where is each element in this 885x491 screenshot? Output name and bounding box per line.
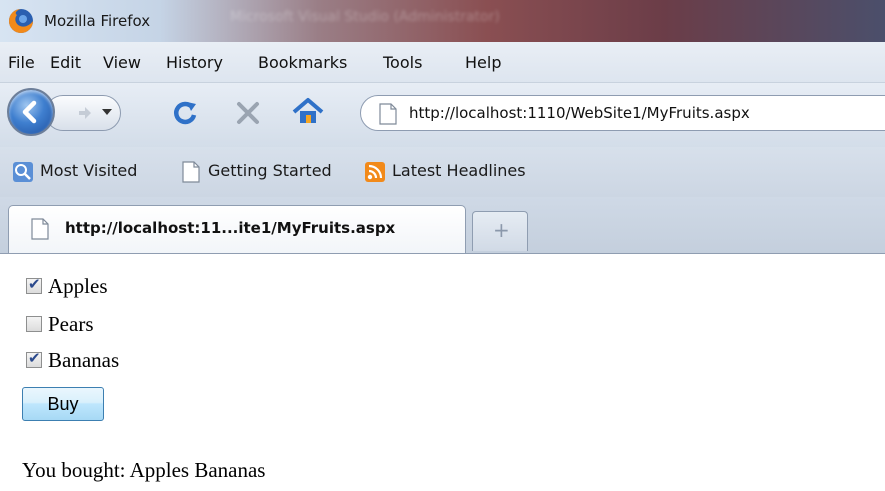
home-icon[interactable] [292,97,324,127]
checkbox-apples[interactable]: ✔ [26,275,42,294]
firefox-icon [9,9,33,33]
bookmarks-toolbar: Most Visited Getting Started Latest Head… [0,147,885,198]
chevron-down-icon[interactable] [102,109,112,117]
bookmark-most-visited[interactable]: Most Visited [40,161,137,180]
checkbox-bananas[interactable]: ✔ [26,349,42,368]
page-icon [31,218,49,240]
checkbox-pears[interactable] [26,316,42,332]
check-mark-icon: ✔ [28,275,41,293]
title-bar: Mozilla Firefox Microsoft Visual Studio … [0,0,885,42]
bookmark-getting-started[interactable]: Getting Started [208,161,332,180]
menu-history[interactable]: History [166,53,223,72]
check-mark-icon: ✔ [28,349,41,367]
forward-button[interactable] [45,95,121,131]
buy-button[interactable]: Buy [22,387,104,421]
menu-tools[interactable]: Tools [383,53,422,72]
page-icon [182,161,200,183]
label-bananas[interactable]: Bananas [48,348,119,373]
plus-icon: + [493,218,510,242]
label-pears[interactable]: Pears [48,312,94,337]
menu-file[interactable]: File [8,53,35,72]
blurred-window-title: Microsoft Visual Studio (Administrator) [230,9,500,25]
back-button[interactable] [7,88,55,136]
purchase-result: You bought: Apples Bananas [22,458,266,482]
menu-view[interactable]: View [103,53,141,72]
forward-arrow-icon [79,107,91,119]
tab-strip: http://localhost:11...ite1/MyFruits.aspx… [0,197,885,254]
stop-icon[interactable] [234,99,262,127]
new-tab-button[interactable]: + [472,211,528,251]
back-arrow-icon [22,100,37,124]
bookmark-latest-headlines[interactable]: Latest Headlines [392,161,526,180]
rss-icon [365,162,385,182]
menu-bookmarks[interactable]: Bookmarks [258,53,347,72]
reload-icon[interactable] [170,98,200,128]
url-bar[interactable]: http://localhost:1110/WebSite1/MyFruits.… [360,95,885,131]
menu-help[interactable]: Help [465,53,501,72]
url-text[interactable]: http://localhost:1110/WebSite1/MyFruits.… [409,104,750,122]
tab-label: http://localhost:11...ite1/MyFruits.aspx [65,219,396,237]
tab-myfruits[interactable]: http://localhost:11...ite1/MyFruits.aspx [8,205,466,253]
search-icon [13,162,33,182]
menu-edit[interactable]: Edit [50,53,81,72]
label-apples[interactable]: Apples [48,274,108,299]
window-title: Mozilla Firefox [44,12,151,30]
menu-bar: File Edit View History Bookmarks Tools H… [0,42,885,83]
page-icon [379,103,397,125]
navigation-toolbar: http://localhost:1110/WebSite1/MyFruits.… [0,83,885,147]
